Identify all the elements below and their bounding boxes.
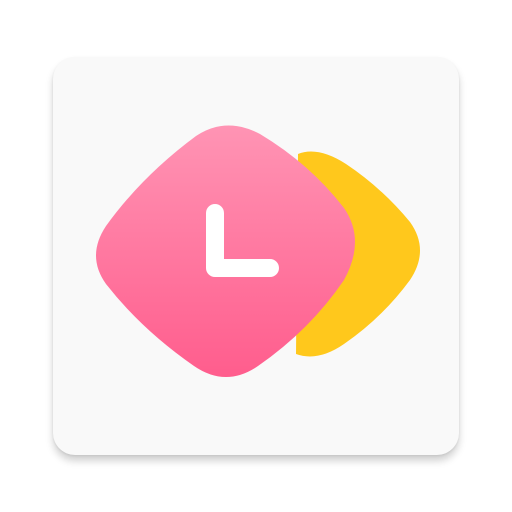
screen bbox=[0, 0, 512, 512]
clock-icon bbox=[96, 125, 420, 377]
